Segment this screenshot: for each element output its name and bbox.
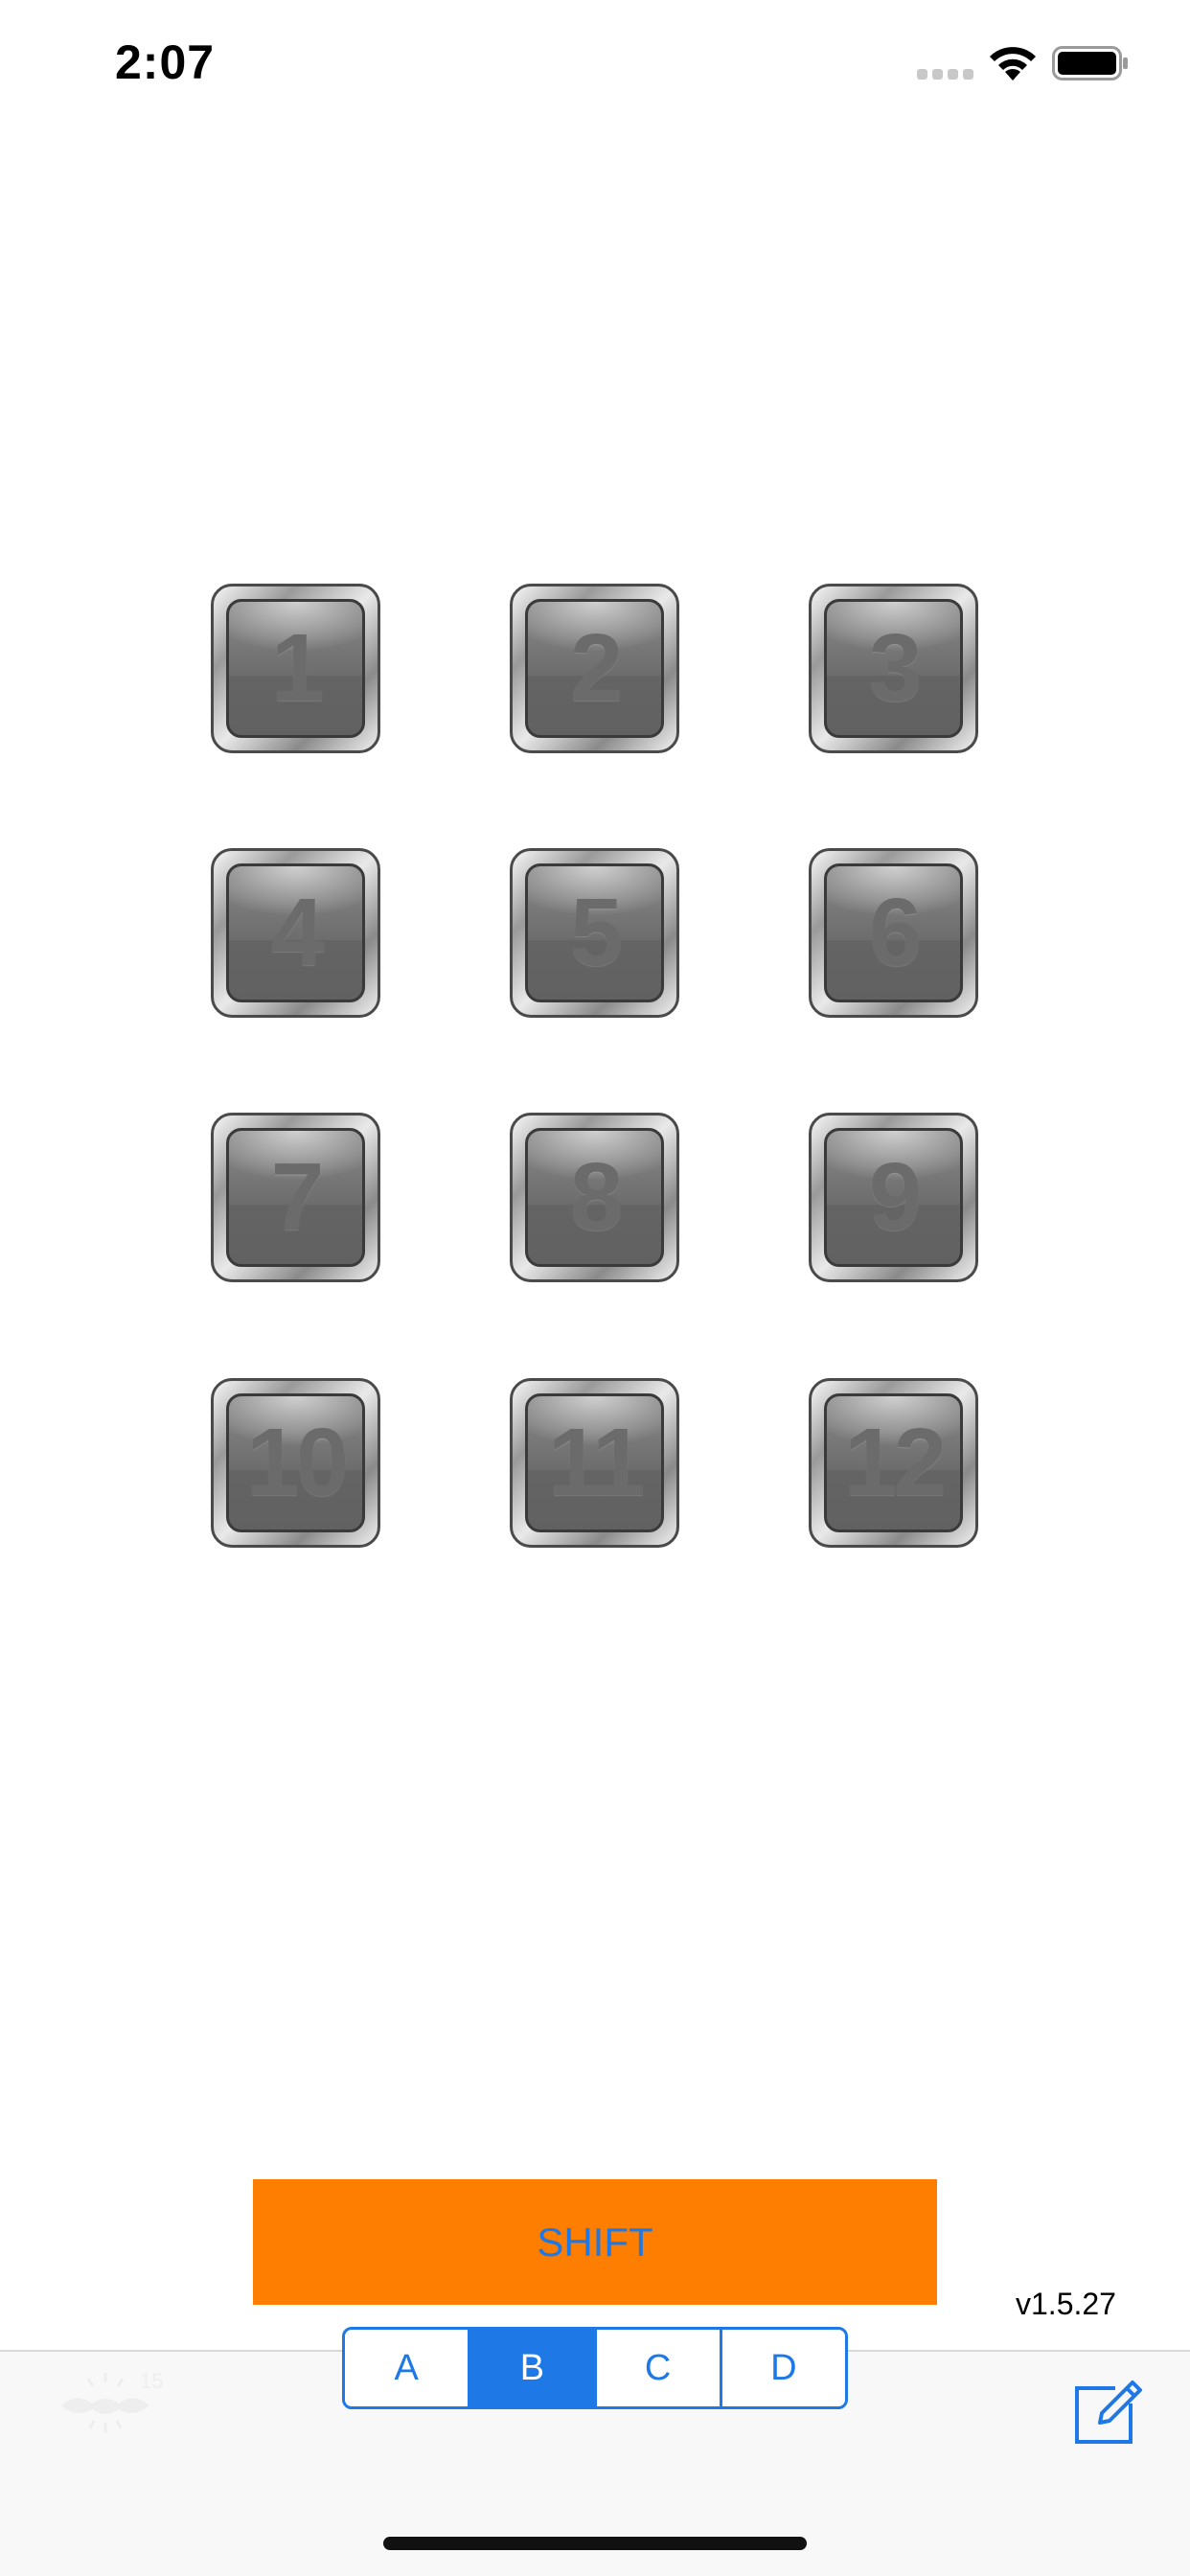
key-face: 11	[525, 1393, 664, 1532]
key-label: 8	[569, 1143, 624, 1251]
key-5[interactable]: 5	[510, 848, 679, 1018]
key-12[interactable]: 12	[809, 1378, 978, 1548]
key-11[interactable]: 11	[510, 1378, 679, 1548]
segment-b[interactable]: B	[470, 2330, 597, 2406]
key-face: 8	[525, 1128, 664, 1267]
key-label: 2	[569, 614, 624, 722]
signal-icon	[917, 69, 974, 80]
key-face: 10	[226, 1393, 365, 1532]
key-label: 10	[245, 1409, 349, 1516]
key-face: 4	[226, 863, 365, 1002]
shift-button[interactable]: SHIFT	[253, 2179, 937, 2305]
key-label: 9	[868, 1143, 923, 1251]
segment-c[interactable]: C	[597, 2330, 722, 2406]
key-label: 6	[868, 879, 923, 986]
key-face: 3	[824, 599, 963, 738]
home-indicator	[383, 2537, 807, 2550]
key-face: 1	[226, 599, 365, 738]
battery-icon	[1052, 46, 1128, 80]
key-face: 12	[824, 1393, 963, 1532]
key-8[interactable]: 8	[510, 1113, 679, 1282]
key-9[interactable]: 9	[809, 1113, 978, 1282]
key-label: 3	[868, 614, 923, 722]
key-2[interactable]: 2	[510, 584, 679, 753]
segmented-control: A B C D	[342, 2327, 848, 2409]
key-10[interactable]: 10	[211, 1378, 380, 1548]
key-face: 9	[824, 1128, 963, 1267]
key-face: 6	[824, 863, 963, 1002]
status-time: 2:07	[115, 35, 216, 89]
key-label: 1	[270, 614, 325, 722]
weather-icon[interactable]: 15	[57, 2365, 163, 2442]
key-4[interactable]: 4	[211, 848, 380, 1018]
key-1[interactable]: 1	[211, 584, 380, 753]
key-label: 12	[843, 1409, 947, 1516]
version-label: v1.5.27	[1016, 2287, 1116, 2321]
key-face: 2	[525, 599, 664, 738]
svg-text:15: 15	[140, 2369, 163, 2393]
key-6[interactable]: 6	[809, 848, 978, 1018]
compose-icon[interactable]	[1073, 2373, 1146, 2446]
status-bar: 2:07	[0, 0, 1190, 126]
key-label: 4	[270, 879, 325, 986]
key-face: 7	[226, 1128, 365, 1267]
segment-d[interactable]: D	[722, 2330, 845, 2406]
key-face: 5	[525, 863, 664, 1002]
keypad-grid: 1 2 3 4 5 6 7 8 9 10 11 12	[211, 584, 978, 1549]
key-7[interactable]: 7	[211, 1113, 380, 1282]
key-label: 7	[270, 1143, 325, 1251]
key-label: 5	[569, 879, 624, 986]
key-label: 11	[547, 1409, 646, 1516]
segment-a[interactable]: A	[345, 2330, 471, 2406]
key-3[interactable]: 3	[809, 584, 978, 753]
wifi-icon	[990, 47, 1036, 80]
